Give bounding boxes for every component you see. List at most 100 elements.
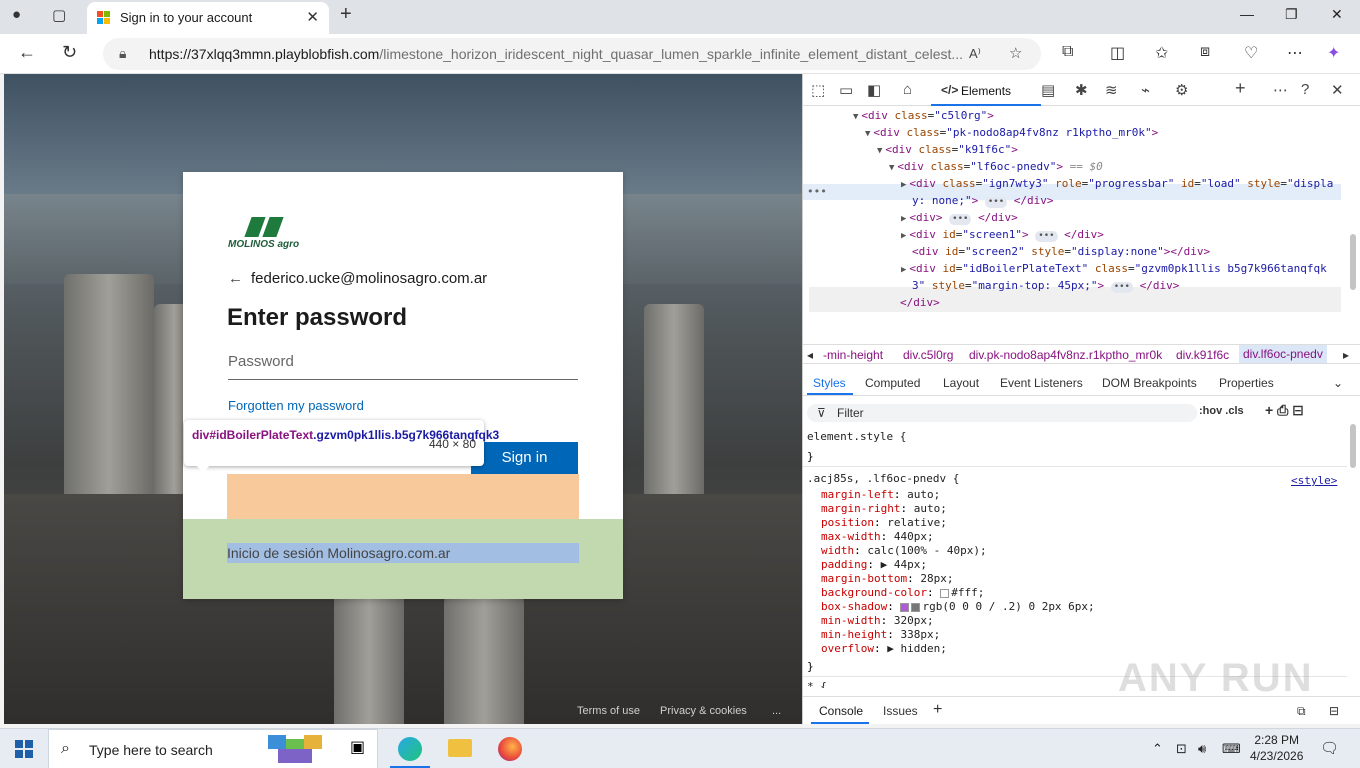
styles-filter-input[interactable]: ⊽ Filter [807,404,1197,422]
add-drawer-tab-icon[interactable]: + [933,701,942,719]
breadcrumb-item-active[interactable]: div.lf6oc-pnedv [1239,345,1327,363]
dom-node-line[interactable]: ▼ <div class="pk-nodo8ap4fv8nz r1kptho_mr… [865,125,1158,141]
breadcrumb-item[interactable]: div.pk-nodo8ap4fv8nz.r1kptho_mr0k [969,348,1162,362]
breadcrumb-item[interactable]: -min-height [823,348,883,362]
taskbar-search[interactable]: ⌕ Type here to search [48,729,378,768]
devtools-menu-icon[interactable]: ⋯ [1273,81,1288,99]
minimize-icon[interactable]: — [1240,6,1254,22]
breadcrumb-item[interactable]: div.k91f6c [1176,348,1229,362]
performance-icon[interactable]: ⌁ [1141,81,1150,99]
device-toolbar-icon[interactable]: ▭ [839,81,853,99]
tab-elements[interactable]: </> Elements [931,76,1041,106]
dom-node-line[interactable]: ▶ <div> ••• </div> [901,210,1018,226]
new-tab-icon[interactable]: + [340,3,352,26]
tab-properties[interactable]: Properties [1219,376,1274,390]
css-declaration[interactable]: padding: ▶ 44px; [821,558,927,572]
settings-gear-icon[interactable]: ⚙ [1175,81,1188,99]
css-declaration[interactable]: margin-left: auto; [821,488,940,502]
close-drawer-icon[interactable]: ⊟ [1329,704,1339,718]
dom-row-menu-icon[interactable]: ••• [807,184,827,200]
tray-overflow-icon[interactable]: ⌃ [1152,741,1163,757]
dom-node-line[interactable]: ▶ <div id="idBoilerPlateText" class="gzvm… [901,261,1327,277]
split-screen-icon[interactable]: ◫ [1110,43,1125,63]
url-text[interactable]: https://37xlqq3mmn.playblobfish.com/lime… [149,46,969,62]
identity-row[interactable]: ← federico.ucke@molinosagro.com.ar [228,270,487,287]
favorites-icon[interactable]: ✩ [1155,43,1168,63]
close-tab-icon[interactable]: ✕ [306,8,319,26]
help-icon[interactable]: ? [1301,81,1309,98]
dom-node-line[interactable]: ▶ <div id="screen1"> ••• </div> [901,227,1104,243]
welcome-home-icon[interactable]: ⌂ [903,81,912,98]
tab-styles[interactable]: Styles [813,376,846,390]
dom-node-line[interactable]: ▼ <div class="k91f6c"> [877,142,1018,158]
styles-scrollbar[interactable] [1350,424,1356,468]
css-declaration[interactable]: max-width: 440px; [821,530,934,544]
volume-icon[interactable]: 🔊︎ [1198,741,1206,757]
task-view-icon[interactable]: ▣ [350,737,374,761]
language-icon[interactable]: ⌨ [1222,741,1241,757]
dom-node-line[interactable]: 3" style="margin-top: 45px;"> ••• </div> [901,278,1179,294]
network-icon[interactable]: ⊡ [1176,741,1187,757]
password-field[interactable]: Password [228,350,578,380]
tab-event-listeners[interactable]: Event Listeners [1000,376,1083,390]
css-declaration[interactable]: overflow: ▶ hidden; [821,642,947,656]
more-menu-icon[interactable]: ⋯ [1287,43,1303,63]
terms-link[interactable]: Terms of use [577,705,640,717]
dom-node-line[interactable]: </div> [889,295,940,311]
css-declaration[interactable]: width: calc(100% - 40px); [821,544,987,558]
network-wifi-icon[interactable]: ≋ [1105,81,1118,99]
element-style-rule[interactable]: element.style { [807,430,906,444]
file-explorer-icon[interactable] [448,739,472,757]
css-declaration[interactable]: min-height: 338px; [821,628,940,642]
css-declaration[interactable]: background-color: #fff; [821,586,984,600]
privacy-link[interactable]: Privacy & cookies [660,705,747,717]
dock-icon[interactable]: ◧ [867,81,881,99]
close-window-icon[interactable]: ✕ [1331,6,1343,23]
collections-icon[interactable]: ⧈ [1200,43,1210,61]
firefox-icon[interactable] [498,737,522,761]
css-declaration[interactable]: min-width: 320px; [821,614,934,628]
address-bar[interactable]: 🔒︎ https://37xlqq3mmn.playblobfish.com/l… [103,38,1041,70]
universal-rule[interactable]: * { [807,680,827,688]
dom-node-line[interactable]: <div id="screen2" style="display:none"><… [901,244,1210,260]
css-declaration[interactable]: position: relative; [821,516,947,530]
tab-sign-in[interactable]: Sign in to your account ✕ [87,2,329,34]
close-devtools-icon[interactable]: ✕ [1331,81,1344,99]
back-icon[interactable]: ← [18,42,36,63]
tab-console[interactable]: Console [819,704,863,718]
browser-essentials-icon[interactable]: ♡ [1244,43,1258,63]
console-icon[interactable]: ▤ [1041,81,1055,99]
sign-in-button[interactable]: Sign in [471,442,578,474]
css-declaration[interactable]: margin-right: auto; [821,502,947,516]
windows-start-icon[interactable] [15,740,33,758]
maximize-icon[interactable]: ❐ [1285,6,1298,23]
tab-issues[interactable]: Issues [883,704,918,718]
refresh-icon[interactable]: ↻ [62,42,77,63]
rule-source-link[interactable]: <style> [1291,474,1337,488]
tab-dom-breakpoints[interactable]: DOM Breakpoints [1102,376,1197,390]
inspect-element-icon[interactable]: ⬚ [811,81,825,99]
more-tools-plus-icon[interactable]: + [1235,78,1246,99]
footer-more-link[interactable]: ... [772,705,781,717]
tab-actions-icon[interactable]: ▢ [52,6,66,24]
dom-node-line[interactable]: ▼ <div class="c5l0rg"> [853,108,994,124]
favorite-star-icon[interactable]: ☆ [1009,44,1022,62]
search-highlight-icon[interactable] [268,733,326,765]
filter-toggles[interactable]: :hov .cls [1199,405,1244,417]
forgot-password-link[interactable]: Forgotten my password [228,398,364,413]
edge-icon[interactable] [398,737,422,761]
dom-scrollbar[interactable] [1350,234,1356,290]
dom-node-line[interactable]: ▶ <div class="ign7wty3" role="progressbar… [901,176,1333,192]
notifications-icon[interactable]: 🗨︎ [1320,739,1339,757]
site-info-icon[interactable]: 🔒︎ [119,45,126,62]
breadcrumb-left-icon[interactable]: ◂ [807,348,813,362]
css-declaration[interactable]: margin-bottom: 28px; [821,572,953,586]
breadcrumb-right-icon[interactable]: ▸ [1343,348,1349,362]
dom-node-line[interactable]: y: none;"> ••• </div> [901,193,1054,209]
taskbar-clock[interactable]: 2:28 PM 4/23/2026 [1250,732,1303,764]
dom-node-line[interactable]: ▼ <div class="lf6oc-pnedv"> == $0 [889,159,1103,175]
undock-drawer-icon[interactable]: ⧉ [1297,704,1306,719]
profile-icon[interactable]: ● [12,6,21,23]
new-rule-icons[interactable]: + ⎙ ⊟ [1265,402,1304,419]
css-declaration[interactable]: box-shadow: rgb(0 0 0 / .2) 0 2px 6px; [821,600,1095,614]
